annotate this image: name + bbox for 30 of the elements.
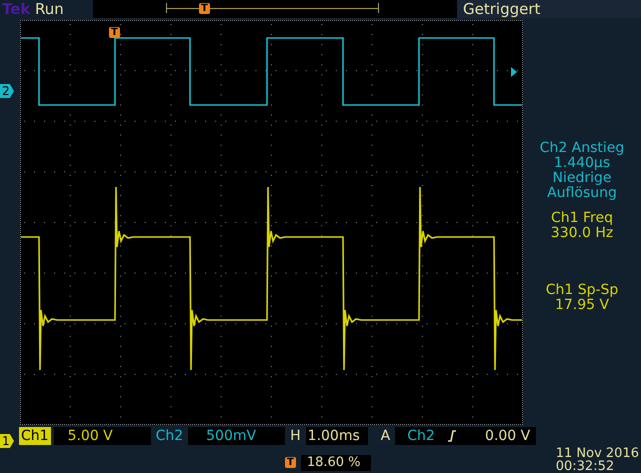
trigger-position-value: 18.60 % <box>300 455 371 471</box>
measurement-text: 1.440µs <box>554 156 610 171</box>
channel-marker: 1 <box>0 434 14 448</box>
run-status: Run <box>35 0 65 18</box>
channel-marker: 2 <box>0 84 14 98</box>
level-arrow-icon <box>511 67 517 77</box>
timebase-value: 1.00ms <box>306 427 368 445</box>
brand-logo: Tek <box>1 0 32 18</box>
measurement-text: Auflösung <box>547 186 617 201</box>
channel-label: Ch2 <box>154 427 184 445</box>
measurement-text: Ch1 Sp-Sp <box>546 283 618 298</box>
time-text: 00:32:52 <box>556 460 616 473</box>
measurement-text: 17.95 V <box>554 298 610 313</box>
trigger-position-marker: T <box>199 3 210 14</box>
measurement-text: 330.0 Hz <box>550 226 614 241</box>
scale-value: 5.00 V <box>54 427 151 445</box>
trigger-label: A <box>380 427 392 445</box>
date-text: 11 Nov 2016 <box>556 447 639 460</box>
measurement-text: Ch2 Anstieg <box>540 141 624 156</box>
horizontal-label: H <box>289 427 302 445</box>
channel-label: Ch1 <box>19 427 51 445</box>
trigger-position-marker: T <box>285 457 296 468</box>
scale-value: 500mV <box>188 427 286 445</box>
trigger-state: Getriggert <box>457 0 641 18</box>
measurement-text: Ch1 Freq <box>551 211 613 226</box>
trigger-marker: T <box>109 27 120 38</box>
rising-edge-icon <box>446 430 457 442</box>
measurement-text: Niedrige <box>552 171 612 186</box>
trigger-source: Ch2 <box>406 427 436 445</box>
trigger-level: 0.00 V <box>484 427 532 445</box>
